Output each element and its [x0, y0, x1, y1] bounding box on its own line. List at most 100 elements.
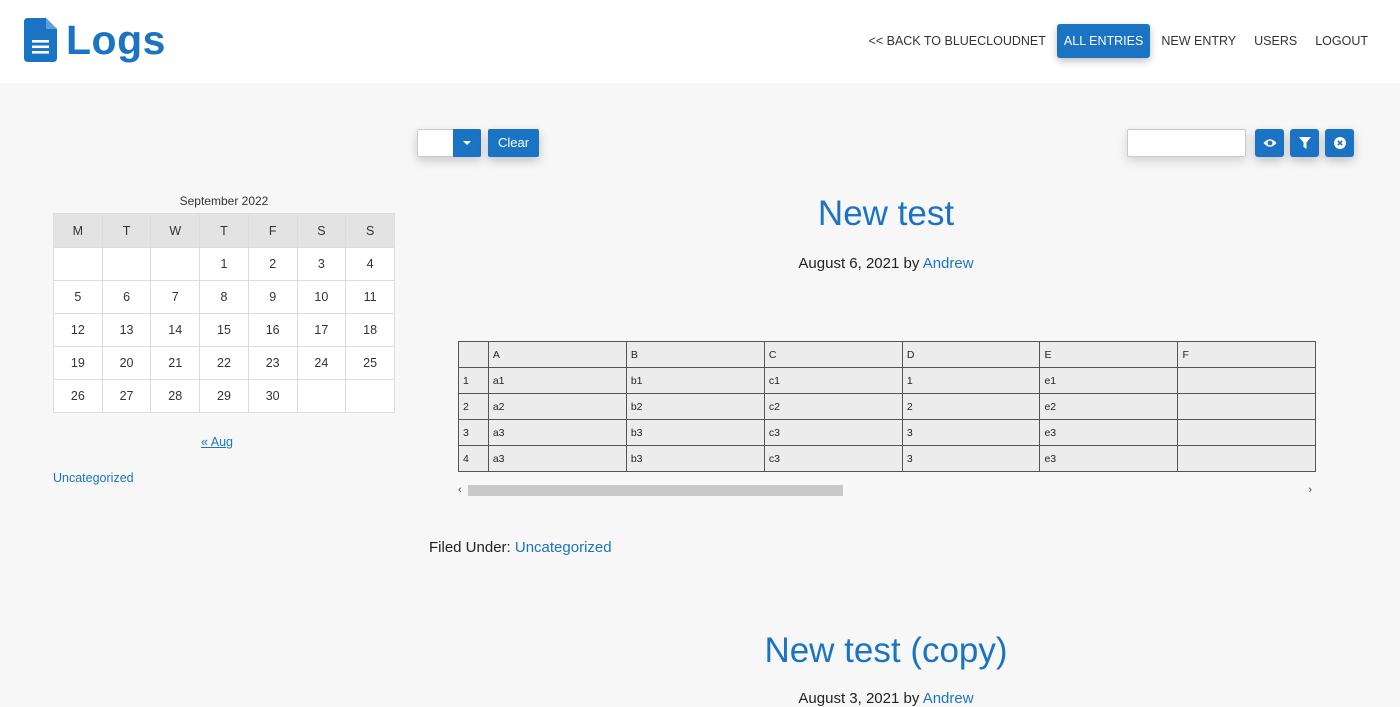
table-cell — [1177, 367, 1316, 394]
nav-users[interactable]: USERS — [1247, 24, 1304, 58]
nav-logout[interactable]: LOGOUT — [1308, 24, 1375, 58]
reset-filter-button[interactable] — [1325, 129, 1354, 157]
calendar-empty-cell — [345, 379, 395, 413]
calendar-day: 13 — [101, 313, 152, 347]
calendar-day: 20 — [101, 346, 152, 380]
filed-under-label: Filed Under: — [429, 539, 511, 556]
document-icon — [24, 18, 57, 62]
table-cell: a3 — [487, 419, 627, 446]
table-cell: F — [1177, 341, 1316, 368]
calendar-empty-cell — [101, 247, 152, 281]
table-cell: e2 — [1039, 393, 1179, 420]
calendar-day: 1 — [199, 247, 249, 281]
calendar-empty-cell — [150, 247, 201, 281]
table-cell — [1177, 445, 1316, 472]
calendar-weekdays: MTWTFSS — [53, 213, 395, 248]
calendar-weekday: T — [101, 213, 152, 248]
nav-new-entry[interactable]: NEW ENTRY — [1154, 24, 1243, 58]
calendar-day: 27 — [101, 379, 152, 413]
table-cell: c3 — [763, 445, 903, 472]
logo-text: Logs — [66, 17, 166, 63]
calendar-weekday: S — [345, 213, 395, 248]
close-circle-icon — [1333, 137, 1346, 149]
table-cell: 4 — [458, 445, 489, 472]
post-date-2: August 3, 2021 — [798, 690, 900, 707]
table-cell — [1177, 419, 1316, 446]
post-title-2[interactable]: New test (copy) — [700, 630, 1072, 672]
caret-down-icon — [463, 141, 471, 145]
calendar-weekday: S — [296, 213, 347, 248]
scroll-left-icon[interactable]: ‹ — [458, 483, 462, 497]
view-button[interactable] — [1255, 129, 1284, 157]
table-cell: 1 — [458, 367, 489, 394]
table-cell: B — [625, 341, 765, 368]
post-meta: August 6, 2021 by Andrew — [700, 255, 1072, 272]
calendar-day: 16 — [247, 313, 298, 347]
search-input[interactable] — [1127, 129, 1246, 157]
calendar-empty-cell — [296, 379, 347, 413]
scrollbar-thumb[interactable] — [468, 485, 843, 496]
table-row: 3 a3 b3 c3 3 e3 — [458, 419, 1316, 446]
select-dropdown-button[interactable] — [453, 129, 481, 157]
calendar-day: 15 — [199, 313, 249, 347]
filed-under: Filed Under: Uncategorized — [429, 539, 612, 556]
calendar-week: 12 13 14 15 16 17 18 — [53, 313, 395, 347]
table-row: 2 a2 b2 c2 2 e2 — [458, 393, 1316, 420]
calendar-day: 4 — [345, 247, 395, 281]
table-cell: b1 — [625, 367, 765, 394]
calendar-empty-cell — [53, 247, 103, 281]
calendar-day: 3 — [296, 247, 347, 281]
calendar-week: 5 6 7 8 9 10 11 — [53, 280, 395, 314]
table-cell: b3 — [625, 445, 765, 472]
nav-back-to-bluecloudnet[interactable]: << BACK TO BLUECLOUDNET — [862, 24, 1053, 58]
table-cell: 3 — [901, 445, 1041, 472]
eye-icon — [1263, 139, 1276, 147]
site-logo[interactable]: Logs — [24, 17, 166, 63]
clear-button[interactable]: Clear — [488, 129, 539, 157]
table-cell: 2 — [458, 393, 489, 420]
table-cell: E — [1039, 341, 1179, 368]
table-cell: e3 — [1039, 445, 1179, 472]
table-cell — [1177, 393, 1316, 420]
calendar-day: 22 — [199, 346, 249, 380]
calendar-day: 26 — [53, 379, 103, 413]
table-cell: 3 — [901, 419, 1041, 446]
post-by-2: by — [903, 690, 920, 707]
table-cell: A — [487, 341, 627, 368]
table-horizontal-scrollbar[interactable]: ‹ › — [458, 483, 1316, 497]
scroll-right-icon[interactable]: › — [1308, 483, 1312, 497]
post-date: August 6, 2021 — [798, 255, 900, 272]
table-cell: a3 — [487, 445, 627, 472]
table-cell: e3 — [1039, 419, 1179, 446]
table-cell: C — [763, 341, 903, 368]
table-cell: c2 — [763, 393, 903, 420]
calendar-day: 19 — [53, 346, 103, 380]
calendar-day: 24 — [296, 346, 347, 380]
filter-button[interactable] — [1290, 129, 1319, 157]
nav-all-entries[interactable]: ALL ENTRIES — [1056, 24, 1151, 58]
calendar-day: 12 — [53, 313, 103, 347]
post-author-link-2[interactable]: Andrew — [923, 690, 974, 707]
post-author-link[interactable]: Andrew — [923, 255, 974, 272]
filter-icon — [1298, 137, 1311, 149]
calendar-week: 26 27 28 29 30 — [53, 379, 395, 413]
table-cell: a1 — [487, 367, 627, 394]
calendar-day: 7 — [150, 280, 201, 314]
category-select[interactable] — [417, 129, 481, 157]
calendar-day: 21 — [150, 346, 201, 380]
table-row: 4 a3 b3 c3 3 e3 — [458, 445, 1316, 472]
post-title[interactable]: New test — [750, 193, 1022, 235]
calendar-day: 23 — [247, 346, 298, 380]
calendar-day: 6 — [101, 280, 152, 314]
sidebar-category-link[interactable]: Uncategorized — [53, 471, 134, 485]
table-cell: c3 — [763, 419, 903, 446]
calendar-day: 28 — [150, 379, 201, 413]
table-row: 1 a1 b1 c1 1 e1 — [458, 367, 1316, 394]
filed-under-category-link[interactable]: Uncategorized — [515, 539, 612, 556]
table-header-row: ABCDEF — [458, 341, 1316, 368]
calendar-prev-month-link[interactable]: « Aug — [201, 435, 233, 449]
site-header: Logs << BACK TO BLUECLOUDNET ALL ENTRIES… — [0, 0, 1400, 83]
calendar-day: 18 — [345, 313, 395, 347]
main-nav: << BACK TO BLUECLOUDNET ALL ENTRIES NEW … — [858, 24, 1375, 58]
table-cell: b2 — [625, 393, 765, 420]
